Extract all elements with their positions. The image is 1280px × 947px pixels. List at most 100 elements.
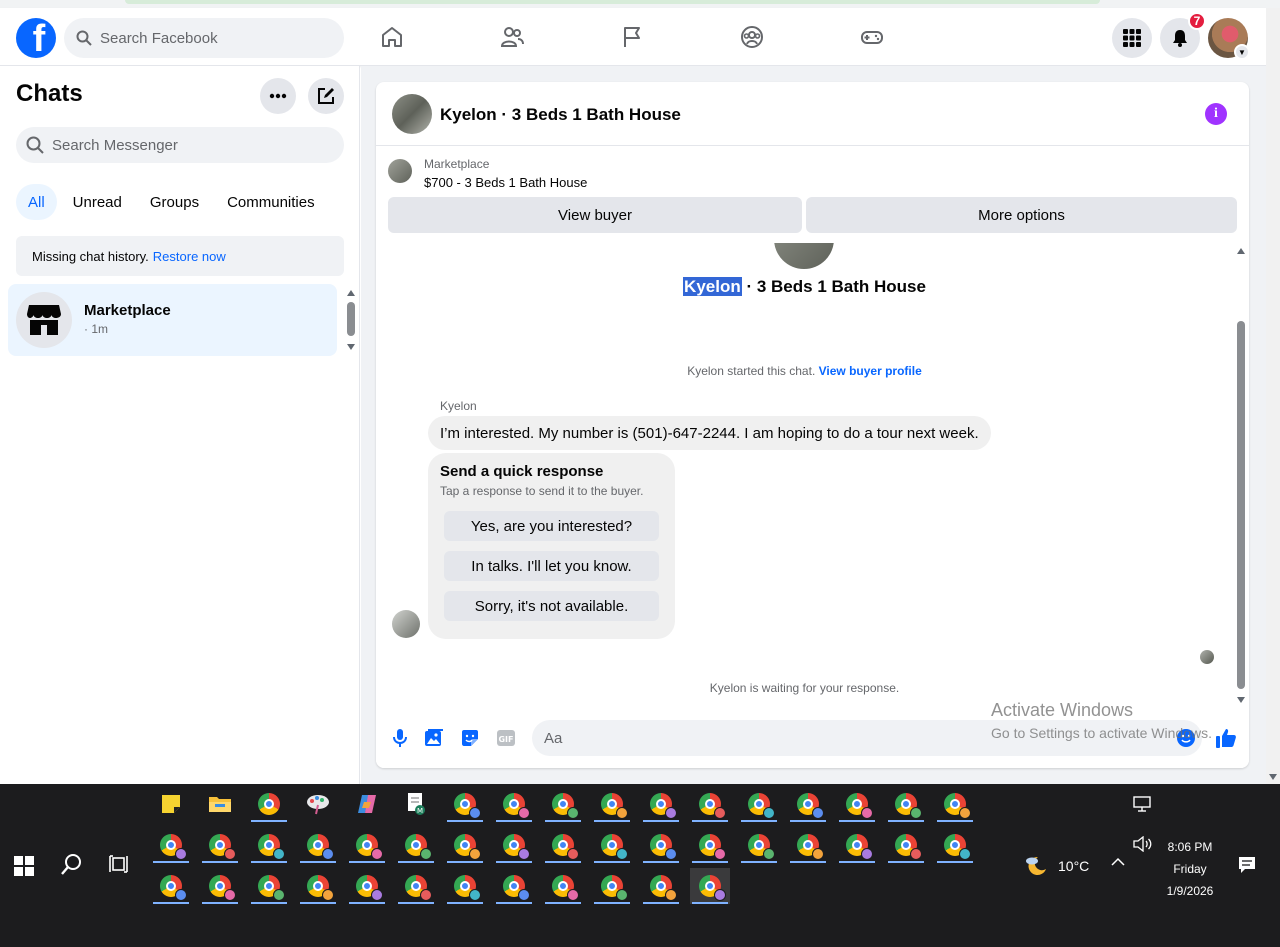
- conversation-scrollbar[interactable]: [1233, 243, 1249, 703]
- nav-groups[interactable]: [692, 8, 812, 66]
- facebook-logo[interactable]: f: [16, 18, 56, 58]
- more-options-button[interactable]: More options: [806, 197, 1237, 233]
- scroll-down-icon[interactable]: [347, 344, 355, 350]
- taskbar-chrome-window[interactable]: [788, 786, 828, 822]
- taskbar-chrome-window[interactable]: [690, 786, 730, 822]
- taskbar-chrome-window[interactable]: [494, 868, 534, 904]
- facebook-search-input[interactable]: [100, 29, 320, 47]
- conversation-avatar[interactable]: [392, 94, 432, 134]
- taskbar-chrome-window[interactable]: [249, 827, 289, 863]
- listing-price-title[interactable]: $700 - 3 Beds 1 Bath House: [424, 175, 587, 190]
- message-input[interactable]: [532, 720, 1202, 756]
- taskbar-chrome-window[interactable]: [200, 827, 240, 863]
- taskbar-chrome-window[interactable]: [592, 868, 632, 904]
- nav-friends[interactable]: [452, 8, 572, 66]
- nav-home[interactable]: [332, 8, 452, 66]
- attach-photo-button[interactable]: [422, 726, 446, 750]
- taskbar-chrome-window[interactable]: [886, 827, 926, 863]
- nav-gaming[interactable]: [812, 8, 932, 66]
- taskbar-search-button[interactable]: [60, 852, 84, 881]
- taskbar-chrome-window[interactable]: [788, 827, 828, 863]
- restore-now-link[interactable]: Restore now: [153, 249, 226, 264]
- taskbar-chrome-window[interactable]: [494, 786, 534, 822]
- show-hidden-icons-button[interactable]: [1111, 856, 1125, 870]
- taskbar-chrome-window[interactable]: [739, 786, 779, 822]
- taskbar-chrome-window[interactable]: [886, 786, 926, 822]
- scroll-down-icon[interactable]: [1237, 697, 1245, 703]
- taskbar-chrome-window[interactable]: [592, 827, 632, 863]
- taskbar-chrome-window[interactable]: [543, 868, 583, 904]
- filter-unread[interactable]: Unread: [61, 184, 134, 220]
- taskbar-chrome-window[interactable]: [837, 827, 877, 863]
- menu-button[interactable]: [1112, 18, 1152, 58]
- emoji-button[interactable]: [1174, 726, 1198, 750]
- taskbar-chrome-window[interactable]: [494, 827, 534, 863]
- taskbar-chrome-window[interactable]: [298, 827, 338, 863]
- sidebar-scrollbar[interactable]: [344, 286, 358, 354]
- start-button[interactable]: [14, 856, 34, 881]
- taskbar-chrome-window[interactable]: [396, 868, 436, 904]
- sticker-button[interactable]: [458, 726, 482, 750]
- nav-pages[interactable]: [572, 8, 692, 66]
- quick-response-yes[interactable]: Yes, are you interested?: [444, 511, 659, 541]
- scroll-up-icon[interactable]: [1237, 248, 1245, 254]
- filter-communities[interactable]: Communities: [215, 184, 327, 220]
- conversation-title[interactable]: Kyelon · 3 Beds 1 Bath House: [440, 105, 681, 125]
- messenger-search[interactable]: [16, 127, 344, 163]
- info-icon[interactable]: i: [1205, 103, 1227, 125]
- weather-widget[interactable]: 10°C: [1024, 854, 1089, 878]
- taskbar-chrome-window[interactable]: [690, 827, 730, 863]
- message-bubble[interactable]: I’m interested. My number is (501)-647-2…: [428, 416, 991, 450]
- system-clock[interactable]: 8:06 PM Friday 1/9/2026: [1150, 836, 1230, 902]
- view-buyer-button[interactable]: View buyer: [388, 197, 802, 233]
- listing-thumbnail[interactable]: [388, 159, 412, 183]
- filter-all[interactable]: All: [16, 184, 57, 220]
- taskbar-chrome-window[interactable]: [837, 786, 877, 822]
- chats-options-button[interactable]: [260, 78, 296, 114]
- chat-item-marketplace[interactable]: Marketplace · 1m: [8, 284, 337, 356]
- view-buyer-profile-link[interactable]: View buyer profile: [819, 364, 922, 378]
- taskbar-chrome-window[interactable]: [641, 786, 681, 822]
- taskbar-chrome-window[interactable]: [200, 868, 240, 904]
- profile-avatar[interactable]: ▼: [1208, 18, 1250, 60]
- taskbar-chrome-window[interactable]: [151, 827, 191, 863]
- taskbar-chrome-window[interactable]: [445, 786, 485, 822]
- task-view-button[interactable]: [108, 854, 130, 879]
- voice-clip-button[interactable]: [388, 726, 412, 750]
- taskbar-app-paint-app[interactable]: [298, 786, 338, 822]
- taskbar-chrome-window[interactable]: [641, 827, 681, 863]
- taskbar-chrome-window[interactable]: [543, 786, 583, 822]
- taskbar-chrome-window[interactable]: [151, 868, 191, 904]
- taskbar-chrome-window[interactable]: [396, 827, 436, 863]
- scroll-thumb[interactable]: [347, 302, 355, 336]
- scroll-up-icon[interactable]: [347, 290, 355, 296]
- gif-button[interactable]: GIF: [494, 726, 518, 750]
- taskbar-chrome-window[interactable]: [935, 827, 975, 863]
- taskbar-app-notepad-app[interactable]: M: [396, 786, 436, 822]
- taskbar-app-file-explorer[interactable]: [200, 786, 240, 822]
- scroll-down-icon[interactable]: [1269, 774, 1277, 780]
- scroll-thumb[interactable]: [1237, 321, 1245, 689]
- taskbar-chrome-window[interactable]: [739, 827, 779, 863]
- messenger-search-input[interactable]: [52, 136, 312, 154]
- taskbar-chrome-window[interactable]: [347, 827, 387, 863]
- taskbar-chrome-window[interactable]: [249, 868, 289, 904]
- taskbar-chrome-window[interactable]: [445, 868, 485, 904]
- taskbar-chrome-window[interactable]: [445, 827, 485, 863]
- taskbar-app-chrome[interactable]: [249, 786, 289, 822]
- taskbar-chrome-window[interactable]: [543, 827, 583, 863]
- like-button[interactable]: [1214, 726, 1238, 750]
- network-icon[interactable]: [1133, 796, 1151, 815]
- quick-response-not-available[interactable]: Sorry, it's not available.: [444, 591, 659, 621]
- taskbar-chrome-window[interactable]: [298, 868, 338, 904]
- taskbar-chrome-window[interactable]: [690, 868, 730, 904]
- taskbar-chrome-window[interactable]: [592, 786, 632, 822]
- notification-center-button[interactable]: [1238, 856, 1256, 877]
- taskbar-app-sticky-notes[interactable]: [151, 786, 191, 822]
- taskbar-app-copilot[interactable]: [347, 786, 387, 822]
- page-scrollbar[interactable]: [1266, 8, 1280, 784]
- notifications-button[interactable]: 7: [1160, 12, 1206, 58]
- quick-response-in-talks[interactable]: In talks. I'll let you know.: [444, 551, 659, 581]
- taskbar-chrome-window[interactable]: [935, 786, 975, 822]
- filter-groups[interactable]: Groups: [138, 184, 211, 220]
